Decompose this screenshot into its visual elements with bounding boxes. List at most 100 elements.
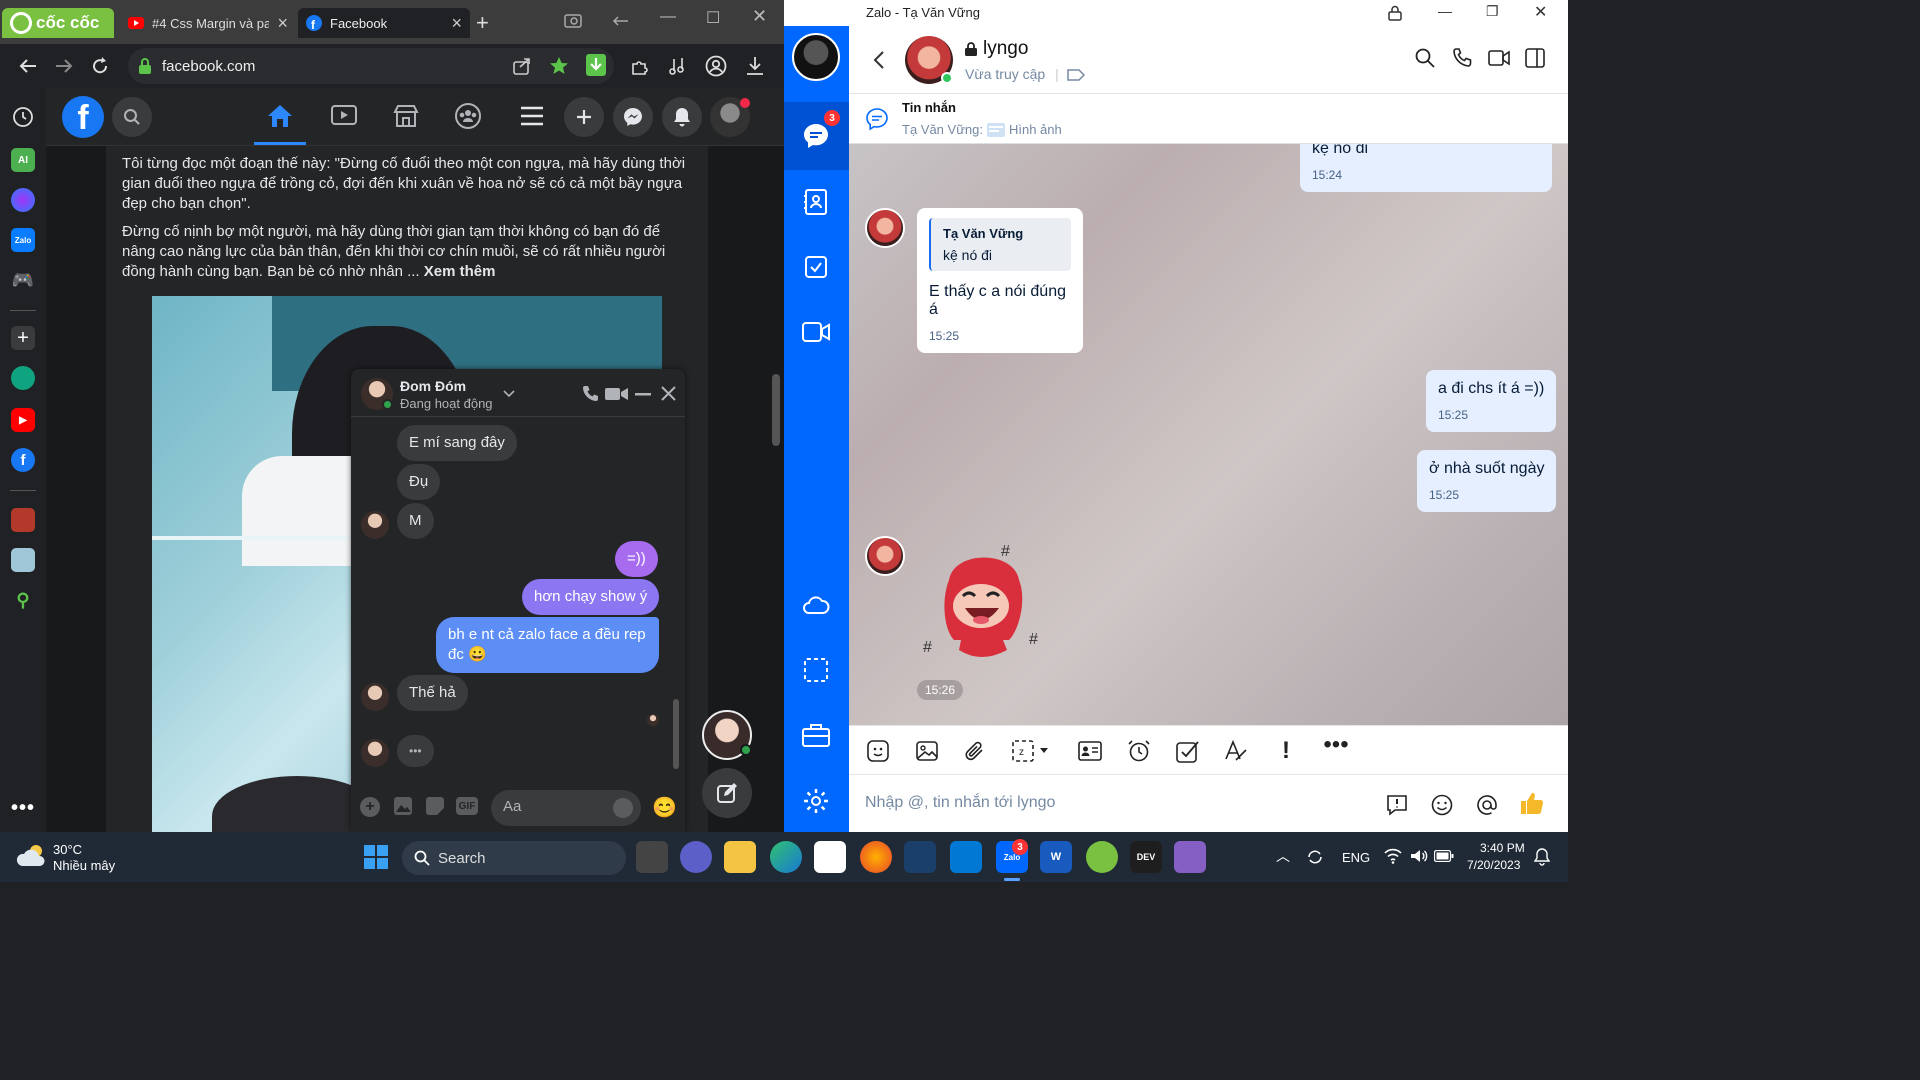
quoted-message[interactable]: Tạ Văn Vững kệ nó đi — [929, 218, 1071, 271]
fb-watch-tab[interactable] — [328, 100, 360, 132]
tab-search-icon[interactable] — [564, 14, 582, 28]
word-icon[interactable]: W — [1040, 841, 1072, 873]
rail-contacts[interactable] — [800, 186, 832, 218]
plus-circle-icon[interactable]: + — [360, 797, 380, 817]
chevron-up-icon[interactable]: ︿ — [1276, 846, 1290, 866]
extensions-icon[interactable] — [630, 56, 650, 76]
chatgpt-icon[interactable] — [11, 366, 35, 390]
back-icon[interactable] — [18, 56, 38, 76]
my-avatar[interactable] — [792, 33, 840, 81]
rail-todo[interactable] — [800, 251, 832, 283]
back-icon[interactable] — [873, 50, 885, 70]
more-options-button[interactable]: ••• — [1323, 731, 1349, 758]
chevron-down-icon[interactable] — [503, 390, 515, 398]
quick-message-icon[interactable] — [1386, 794, 1408, 816]
capture-button[interactable]: z — [1011, 738, 1053, 764]
new-message-button[interactable] — [702, 768, 752, 818]
fb-messenger-button[interactable] — [613, 97, 653, 137]
close-chat-icon[interactable] — [661, 386, 676, 401]
weather-temp[interactable]: 30°C — [53, 842, 82, 857]
more-icon[interactable]: ••• — [11, 796, 35, 820]
phone-icon[interactable] — [581, 385, 599, 403]
teams-chat-icon[interactable] — [680, 841, 712, 873]
mention-icon[interactable] — [1476, 794, 1498, 816]
game-icon[interactable]: 🎮 — [11, 268, 35, 292]
task-view-icon[interactable] — [636, 841, 668, 873]
task-button[interactable] — [1175, 738, 1201, 764]
battery-icon[interactable] — [1434, 850, 1454, 862]
weather-cloud-icon[interactable] — [16, 842, 48, 868]
coccoc-taskbar-icon[interactable] — [1086, 841, 1118, 873]
rail-screenshot[interactable] — [800, 654, 832, 686]
coccoc-logo[interactable]: cốc cốc — [2, 8, 114, 38]
message-input[interactable]: Nhập @, tin nhắn tới lyngo — [865, 794, 1055, 812]
video-call-icon[interactable] — [605, 386, 629, 402]
history-icon[interactable] — [12, 106, 34, 128]
start-button[interactable] — [360, 841, 392, 873]
bookmark-star-icon[interactable] — [549, 56, 569, 76]
sidebar-toggle-icon[interactable] — [1525, 48, 1545, 68]
downloads-icon[interactable] — [745, 55, 765, 77]
emoji-icon[interactable] — [1431, 794, 1453, 816]
unity-hub-icon[interactable] — [904, 841, 936, 873]
emoji-icon[interactable] — [613, 798, 633, 818]
restore-icon[interactable]: ❐ — [1486, 3, 1499, 20]
forward-icon[interactable] — [54, 56, 74, 76]
photo-icon[interactable] — [393, 796, 413, 816]
reload-icon[interactable] — [90, 56, 110, 76]
sender-avatar[interactable] — [865, 208, 905, 248]
messenger-side-icon[interactable] — [11, 188, 35, 212]
close-window-icon[interactable]: ✕ — [1534, 2, 1547, 22]
volume-icon[interactable] — [1410, 848, 1428, 864]
urgent-button[interactable]: ! — [1273, 737, 1299, 764]
new-tab-button[interactable]: + — [476, 10, 489, 36]
tab-youtube[interactable]: #4 Css Margin và pa × — [120, 8, 296, 38]
gif-icon[interactable]: GIF — [456, 797, 478, 815]
fb-create-button[interactable] — [564, 97, 604, 137]
phone-icon[interactable] — [1452, 48, 1472, 68]
facebook-logo[interactable]: f — [62, 96, 104, 138]
download-green-icon[interactable] — [586, 54, 606, 76]
video-call-icon[interactable] — [1488, 50, 1510, 66]
fb-marketplace-tab[interactable] — [390, 100, 422, 132]
language-indicator[interactable]: ENG — [1342, 850, 1370, 865]
share-icon[interactable] — [512, 56, 532, 76]
vscode-icon[interactable] — [950, 841, 982, 873]
see-more-link[interactable]: Xem thêm — [424, 263, 496, 280]
fb-search-button[interactable] — [112, 97, 152, 137]
tag-icon[interactable] — [1067, 69, 1085, 81]
close-icon[interactable]: × — [451, 13, 462, 34]
visual-studio-icon[interactable] — [1174, 841, 1206, 873]
minimize-icon[interactable]: — — [1438, 3, 1452, 19]
format-button[interactable] — [1223, 738, 1249, 764]
add-icon[interactable]: + — [11, 326, 35, 350]
pinned-message-bar[interactable]: Tin nhắn Tạ Văn Vững: Hình ảnh — [849, 94, 1568, 144]
firefox-icon[interactable] — [860, 841, 892, 873]
chat-contact-name[interactable]: Đom Đóm — [400, 378, 466, 394]
sender-avatar[interactable] — [865, 536, 905, 576]
fb-notifications-button[interactable] — [662, 97, 702, 137]
zalo-side-icon[interactable]: Zalo — [11, 228, 35, 252]
anime-app-icon[interactable] — [11, 548, 35, 572]
profile-icon[interactable] — [705, 55, 727, 77]
sticker-button[interactable] — [865, 738, 891, 764]
clock-date[interactable]: 7/20/2023 — [1467, 858, 1520, 872]
music-icon[interactable] — [668, 56, 688, 76]
reaction-emoji-button[interactable]: 😊 — [652, 795, 677, 820]
game-app-icon[interactable] — [11, 508, 35, 532]
lock-icon[interactable] — [1388, 5, 1402, 21]
chat-header[interactable]: Đom Đóm Đang hoạt động — [351, 369, 685, 417]
image-button[interactable] — [914, 738, 940, 764]
minimize-chat-icon[interactable] — [635, 393, 651, 396]
store-icon[interactable] — [814, 841, 846, 873]
fb-groups-tab[interactable] — [452, 100, 484, 132]
maximize-icon[interactable]: ☐ — [706, 8, 720, 28]
facebook-side-icon[interactable]: f — [11, 448, 35, 472]
edge-icon[interactable] — [770, 841, 802, 873]
notification-bell-icon[interactable] — [1534, 848, 1550, 866]
reminder-button[interactable] — [1126, 738, 1152, 764]
url-field[interactable]: facebook.com — [128, 48, 614, 84]
rail-settings[interactable] — [800, 785, 832, 817]
youtube-side-icon[interactable]: ▶ — [11, 408, 35, 432]
back-forward-icon[interactable] — [612, 14, 630, 28]
